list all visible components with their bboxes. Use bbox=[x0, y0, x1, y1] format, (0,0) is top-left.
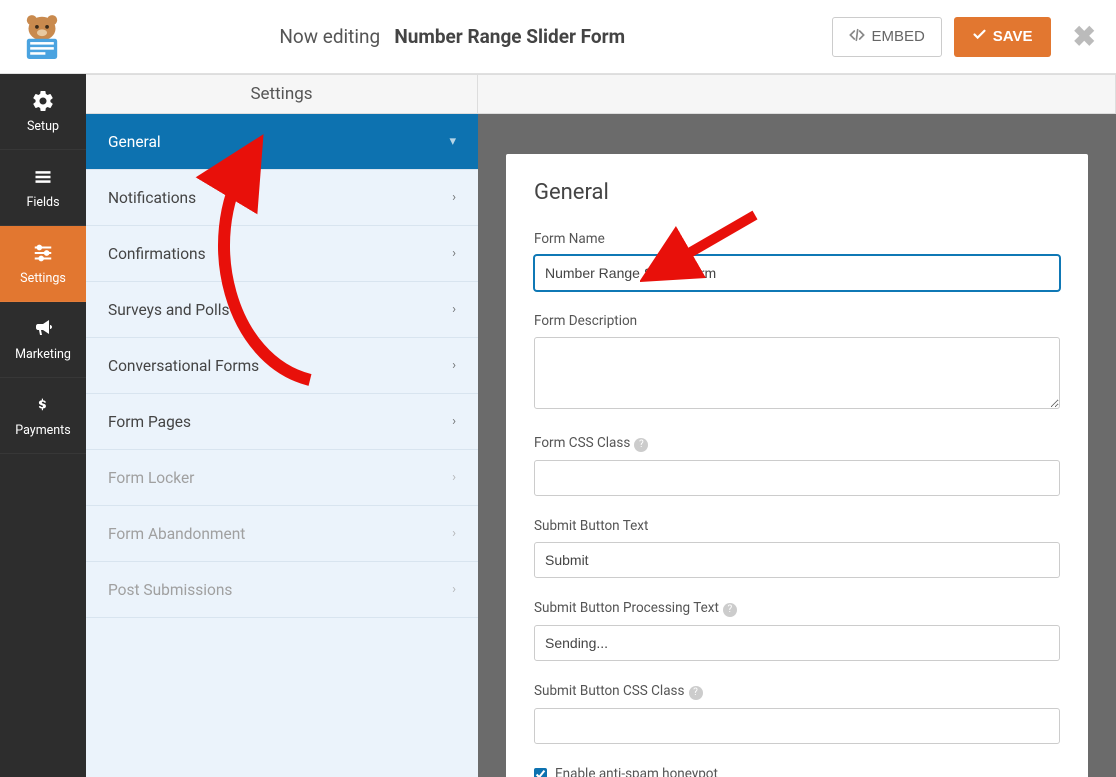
css-class-label: Form CSS Class? bbox=[534, 435, 1060, 452]
chevron-right-icon: › bbox=[452, 414, 456, 429]
save-label: SAVE bbox=[993, 28, 1033, 45]
embed-button[interactable]: EMBED bbox=[832, 17, 941, 57]
submit-text-input[interactable] bbox=[534, 542, 1060, 578]
submit-proc-label: Submit Button Processing Text? bbox=[534, 600, 1060, 617]
settings-header: Settings bbox=[86, 74, 478, 114]
field-submit-processing: Submit Button Processing Text? bbox=[534, 600, 1060, 661]
form-name-input[interactable] bbox=[534, 255, 1060, 291]
settings-item-post-submissions[interactable]: Post Submissions › bbox=[86, 562, 478, 618]
sidebar-item-label: Payments bbox=[15, 423, 70, 438]
chevron-right-icon: › bbox=[452, 302, 456, 317]
sidebar-item-marketing[interactable]: Marketing bbox=[0, 302, 86, 378]
settings-list: General ▾ Notifications › Confirmations … bbox=[86, 114, 478, 777]
title-area: Now editing Number Range Slider Form bbox=[72, 25, 832, 48]
primary-sidebar: Setup Fields Settings Marketing Payments bbox=[0, 74, 86, 777]
settings-item-label: Conversational Forms bbox=[108, 357, 259, 375]
field-form-description: Form Description bbox=[534, 313, 1060, 413]
chevron-right-icon: › bbox=[452, 358, 456, 373]
help-icon[interactable]: ? bbox=[689, 686, 703, 700]
settings-item-surveys-polls[interactable]: Surveys and Polls › bbox=[86, 282, 478, 338]
settings-column: Settings General ▾ Notifications › Confi… bbox=[86, 74, 478, 777]
settings-item-label: General bbox=[108, 133, 161, 151]
field-submit-css: Submit Button CSS Class? bbox=[534, 683, 1060, 744]
settings-item-label: Form Locker bbox=[108, 469, 194, 487]
sidebar-item-fields[interactable]: Fields bbox=[0, 150, 86, 226]
form-desc-textarea[interactable] bbox=[534, 337, 1060, 409]
settings-item-label: Post Submissions bbox=[108, 581, 232, 599]
submit-text-label: Submit Button Text bbox=[534, 518, 1060, 534]
field-submit-text: Submit Button Text bbox=[534, 518, 1060, 578]
chevron-right-icon: › bbox=[452, 582, 456, 597]
honeypot-label: Enable anti-spam honeypot bbox=[555, 766, 718, 777]
app-logo bbox=[12, 7, 72, 67]
form-name-title: Number Range Slider Form bbox=[394, 25, 625, 48]
settings-item-notifications[interactable]: Notifications › bbox=[86, 170, 478, 226]
embed-label: EMBED bbox=[871, 28, 924, 45]
sidebar-item-label: Fields bbox=[26, 195, 59, 210]
sliders-icon bbox=[31, 241, 55, 265]
gear-icon bbox=[31, 89, 55, 113]
chevron-down-icon: ▾ bbox=[449, 134, 456, 149]
top-bar: Now editing Number Range Slider Form EMB… bbox=[0, 0, 1116, 74]
chevron-right-icon: › bbox=[452, 470, 456, 485]
honeypot-checkbox-row: Enable anti-spam honeypot bbox=[534, 766, 1060, 777]
general-panel: General Form Name Form Description Form … bbox=[506, 154, 1088, 777]
settings-item-label: Form Pages bbox=[108, 413, 191, 431]
settings-item-label: Notifications bbox=[108, 189, 196, 207]
submit-proc-input[interactable] bbox=[534, 625, 1060, 661]
settings-item-label: Confirmations bbox=[108, 245, 206, 263]
sidebar-item-setup[interactable]: Setup bbox=[0, 74, 86, 150]
form-name-label: Form Name bbox=[534, 231, 1060, 247]
code-icon bbox=[849, 27, 865, 47]
field-form-name: Form Name bbox=[534, 231, 1060, 291]
settings-item-label: Form Abandonment bbox=[108, 525, 245, 543]
settings-item-confirmations[interactable]: Confirmations › bbox=[86, 226, 478, 282]
editing-prefix: Now editing bbox=[279, 25, 380, 48]
bullhorn-icon bbox=[31, 317, 55, 341]
preview-header-strip bbox=[478, 74, 1116, 114]
list-icon bbox=[31, 165, 55, 189]
chevron-right-icon: › bbox=[452, 246, 456, 261]
sidebar-item-payments[interactable]: Payments bbox=[0, 378, 86, 454]
help-icon[interactable]: ? bbox=[634, 438, 648, 452]
settings-item-conversational[interactable]: Conversational Forms › bbox=[86, 338, 478, 394]
settings-item-general[interactable]: General ▾ bbox=[86, 114, 478, 170]
honeypot-checkbox[interactable] bbox=[534, 768, 547, 777]
chevron-right-icon: › bbox=[452, 190, 456, 205]
help-icon[interactable]: ? bbox=[723, 603, 737, 617]
panel-heading: General bbox=[534, 180, 1060, 205]
settings-item-label: Surveys and Polls bbox=[108, 301, 229, 319]
settings-item-form-pages[interactable]: Form Pages › bbox=[86, 394, 478, 450]
settings-item-form-locker[interactable]: Form Locker › bbox=[86, 450, 478, 506]
save-button[interactable]: SAVE bbox=[954, 17, 1051, 57]
chevron-right-icon: › bbox=[452, 526, 456, 541]
sidebar-item-settings[interactable]: Settings bbox=[0, 226, 86, 302]
sidebar-item-label: Marketing bbox=[15, 347, 71, 362]
form-desc-label: Form Description bbox=[534, 313, 1060, 329]
close-icon[interactable]: ✖ bbox=[1073, 20, 1096, 53]
preview-column: General Form Name Form Description Form … bbox=[478, 74, 1116, 777]
sidebar-item-label: Settings bbox=[20, 271, 66, 286]
sidebar-item-label: Setup bbox=[27, 119, 59, 134]
submit-css-label: Submit Button CSS Class? bbox=[534, 683, 1060, 700]
preview-scroll[interactable]: General Form Name Form Description Form … bbox=[478, 114, 1116, 777]
main-area: Setup Fields Settings Marketing Payments bbox=[0, 74, 1116, 777]
submit-css-input[interactable] bbox=[534, 708, 1060, 744]
dollar-icon bbox=[31, 393, 55, 417]
field-css-class: Form CSS Class? bbox=[534, 435, 1060, 496]
settings-item-form-abandonment[interactable]: Form Abandonment › bbox=[86, 506, 478, 562]
check-icon bbox=[972, 27, 987, 46]
css-class-input[interactable] bbox=[534, 460, 1060, 496]
